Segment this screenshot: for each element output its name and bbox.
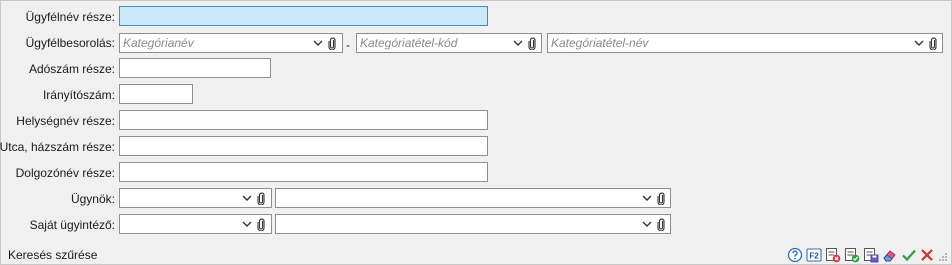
street-input[interactable] (119, 136, 488, 156)
filter-dialog: Ügyfélnév része: Ügyfélbesorolás: Kategó… (0, 0, 952, 265)
city-label: Helységnév része: (16, 114, 115, 128)
category-item-code-combo[interactable]: Kategóriatétel-kód (356, 33, 542, 53)
paperclip-icon[interactable] (528, 37, 536, 50)
customer-name-input[interactable] (119, 6, 488, 26)
status-title: Keresés szűrése (8, 248, 98, 262)
chevron-down-icon[interactable] (241, 194, 253, 203)
own-admin-name-combo[interactable] (275, 214, 671, 234)
own-admin-code-combo[interactable] (119, 214, 272, 234)
chevron-down-icon[interactable] (512, 39, 524, 48)
paperclip-icon[interactable] (257, 192, 265, 205)
chevron-down-icon[interactable] (641, 194, 653, 203)
paperclip-icon[interactable] (257, 218, 265, 231)
chevron-down-icon[interactable] (913, 39, 925, 48)
paperclip-icon[interactable] (657, 218, 665, 231)
paperclip-icon[interactable] (657, 192, 665, 205)
zip-input[interactable] (119, 84, 193, 104)
cancel-x-icon[interactable] (919, 247, 935, 263)
category-name-placeholder: Kategórianév (123, 36, 194, 50)
eraser-icon[interactable] (882, 247, 898, 263)
tax-number-input[interactable] (119, 58, 271, 78)
paperclip-icon[interactable] (929, 37, 937, 50)
ok-check-icon[interactable] (901, 247, 917, 263)
chevron-down-icon[interactable] (241, 220, 253, 229)
chevron-down-icon[interactable] (641, 220, 653, 229)
customer-name-label: Ügyfélnév része: (25, 10, 115, 24)
category-item-code-placeholder: Kategóriatétel-kód (360, 36, 458, 50)
agents-label: Ügynök: (70, 192, 115, 206)
f2-key-icon[interactable]: F2 (806, 247, 822, 263)
agent-code-combo[interactable] (119, 188, 272, 208)
resize-grip-icon[interactable] (936, 247, 948, 263)
street-label: Utca, házszám része: (0, 140, 115, 154)
employee-label: Dolgozónév része: (15, 166, 115, 180)
save-filter-icon[interactable] (863, 247, 879, 263)
help-icon[interactable] (787, 247, 803, 263)
own-admin-label: Saját ügyintéző: (29, 218, 115, 232)
tax-number-label: Adószám része: (28, 62, 115, 76)
range-separator: - (346, 38, 350, 52)
category-name-combo[interactable]: Kategórianév (119, 33, 343, 53)
customer-class-label: Ügyfélbesorolás: (25, 36, 115, 50)
f2-key-label: F2 (809, 252, 819, 261)
paperclip-icon[interactable] (328, 37, 336, 50)
employee-input[interactable] (119, 162, 488, 182)
category-item-name-combo[interactable]: Kategóriatétel-név (547, 33, 943, 53)
agent-name-combo[interactable] (275, 188, 671, 208)
city-input[interactable] (119, 110, 488, 130)
apply-filter-icon[interactable] (844, 247, 860, 263)
category-item-name-placeholder: Kategóriatétel-név (551, 36, 649, 50)
clear-filter-icon[interactable] (825, 247, 841, 263)
zip-label: Irányítószám: (42, 88, 115, 102)
chevron-down-icon[interactable] (312, 39, 324, 48)
